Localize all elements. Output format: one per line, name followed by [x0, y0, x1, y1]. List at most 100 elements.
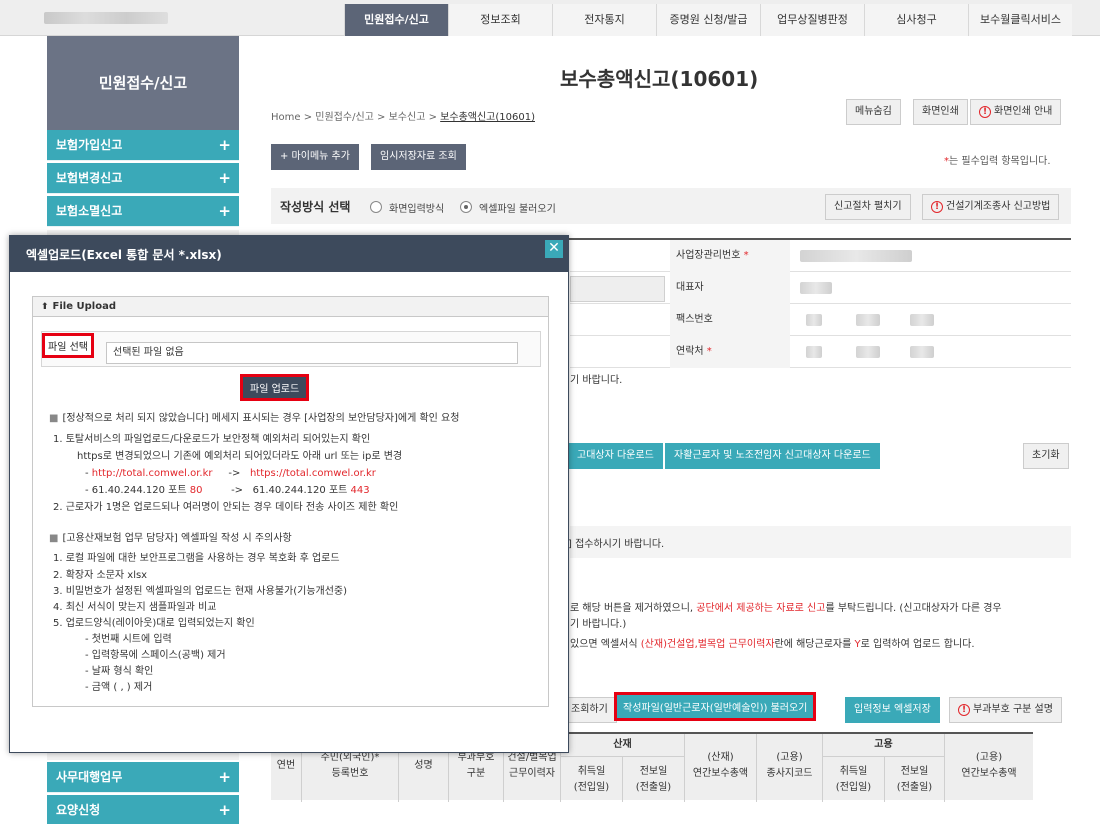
- site-logo[interactable]: [44, 12, 168, 24]
- contact-part-2: [856, 346, 880, 358]
- file-upload-button[interactable]: 파일 업로드: [243, 377, 307, 398]
- reset-button[interactable]: 초기화: [1023, 443, 1069, 469]
- notice-text-5c: 란에 해당근로자를: [774, 639, 855, 650]
- th-goyong-total[interactable]: (고용) 연간보수총액: [945, 750, 1033, 782]
- label-business-no: 사업장관리번호 *: [670, 240, 790, 272]
- menu-hide-button[interactable]: 메뉴숨김: [846, 99, 901, 125]
- th-goyong-transfer[interactable]: 전보일 (전출일): [885, 764, 944, 796]
- file-select-button[interactable]: 파일 선택: [45, 336, 91, 355]
- close-icon[interactable]: ✕: [545, 240, 563, 258]
- notice-text-4: 기 바랍니다.): [570, 619, 627, 630]
- radio-screen-input[interactable]: [370, 201, 382, 213]
- readonly-field: [570, 276, 665, 302]
- load-file-button[interactable]: 작성파일(일반근로자(일반예술인)) 불러오기: [617, 695, 814, 718]
- th-sanjae-transfer-2: (전출일): [635, 782, 672, 793]
- file-select-area: 선택된 파일 없음 파일 선택: [41, 331, 541, 367]
- ip-arrow: ->: [231, 485, 244, 496]
- url-arrow: ->: [228, 468, 241, 479]
- top-nav: 민원접수/신고 정보조회 전자통지 증명원 신청/발급 업무상질병판정 심사청구…: [344, 4, 1072, 36]
- notice-2-item-5d: - 금액 ( , ) 제거: [85, 682, 153, 693]
- th-sanjae-transfer[interactable]: 전보일 (전출일): [623, 764, 684, 796]
- breadcrumb-salary-report[interactable]: 보수신고: [389, 112, 426, 123]
- notice-text-1: 기 바랍니다.: [570, 375, 623, 386]
- notice-1-urls: - http://total.comwel.or.kr -> https://t…: [85, 467, 376, 481]
- file-upload-panel: ⬆ File Upload 선택된 파일 없음 파일 선택 파일 업로드 ■ [정상…: [32, 296, 549, 707]
- notice-text-3b: 공단에서 제공하는 자료로 신고: [696, 603, 826, 614]
- notice-1-ips: - 61.40.244.120 포트 80 -> 61.40.244.120 포…: [85, 484, 370, 498]
- th-goyong-acq-1: 취득일: [839, 766, 868, 777]
- plus-icon: +: [218, 202, 231, 220]
- url-prefix: -: [85, 468, 92, 479]
- sidebar-item-label: 사무대행업무: [56, 770, 123, 784]
- sidebar-item-insurance-loss[interactable]: 보험소멸신고 +: [47, 196, 239, 227]
- port-new: 443: [350, 485, 370, 496]
- radio-excel-load-label: 엑셀파일 불러오기: [479, 204, 556, 215]
- screen-print-guide-button[interactable]: ! 화면인쇄 안내: [970, 99, 1062, 125]
- label-representative: 대표자: [670, 272, 790, 304]
- th-sanjae-total[interactable]: (산재) 연간보수총액: [685, 750, 756, 782]
- warning-icon: !: [979, 106, 991, 118]
- notice-2-item-3: 3. 비밀번호가 설정된 엑셀파일의 업로드는 현재 사용불가(기능개선중): [53, 586, 348, 597]
- representative-value: [800, 282, 832, 294]
- notice-2-item-2: 2. 확장자 소문자 xlsx: [53, 570, 148, 581]
- notice-1-item-1: 1. 토탈서비스의 파일업로드/다운로드가 보안정책 예외처리 되어있는지 확인: [53, 434, 371, 445]
- th-sanjae-acq[interactable]: 취득일 (전입일): [561, 764, 622, 796]
- add-my-menu-button[interactable]: + 마이메뉴 추가: [271, 144, 359, 170]
- breadcrumb-civil[interactable]: 민원접수/신고: [315, 112, 374, 123]
- radio-excel-load[interactable]: [460, 201, 472, 213]
- sidebar-item-insurance-join[interactable]: 보험가입신고 +: [47, 130, 239, 161]
- tab-certificate[interactable]: 증명원 신청/발급: [656, 4, 760, 36]
- plus-icon: +: [218, 136, 231, 154]
- notice-2-item-5a: - 첫번째 시트에 입력: [85, 634, 172, 645]
- download-targets-button[interactable]: 고대상자 다운로드: [568, 443, 663, 469]
- notice-text-3a: 로 해당 버튼을 제거하였으니,: [570, 603, 697, 614]
- breadcrumb-home[interactable]: Home: [271, 112, 301, 123]
- notice-2-item-5: 5. 업로드양식(레이아웃)대로 입력되었는지 확인: [53, 618, 255, 629]
- th-tax-code[interactable]: 부과부호 구분: [449, 750, 503, 782]
- plus-icon: +: [218, 169, 231, 187]
- procedure-expand-button[interactable]: 신고절차 펼치기: [825, 194, 911, 220]
- sidebar-item-insurance-change[interactable]: 보험변경신고 +: [47, 163, 239, 194]
- th-sanjae-acq-2: (전입일): [573, 782, 610, 793]
- th-employment-code[interactable]: (고용) 종사지코드: [757, 750, 822, 782]
- breadcrumb-current[interactable]: 보수총액신고(10601): [440, 112, 535, 123]
- save-excel-button[interactable]: 입력정보 엑셀저장: [845, 697, 940, 723]
- temp-saved-button[interactable]: 임시저장자료 조회: [371, 144, 466, 170]
- th-resident-no-2: 등록번호: [331, 768, 369, 779]
- tab-e-notice[interactable]: 전자통지: [552, 4, 656, 36]
- file-name-field[interactable]: 선택된 파일 없음: [106, 342, 518, 364]
- modal-title: 엑셀업로드(Excel 통합 문서 *.xlsx): [10, 236, 568, 272]
- th-name[interactable]: 성명: [399, 758, 448, 774]
- tab-occupational-disease[interactable]: 업무상질병판정: [760, 4, 864, 36]
- sidebar-item-agency-work[interactable]: 사무대행업무 +: [47, 762, 239, 793]
- plus-icon: +: [218, 768, 231, 786]
- notice-1-title: ■ [정상적으로 처리 되지 않았습니다] 메세지 표시되는 경우 [사업장의 보…: [49, 412, 459, 426]
- tab-review-request[interactable]: 심사청구: [864, 4, 968, 36]
- notice-2-title: ■ [고용산재보험 업무 담당자] 엑셀파일 작성 시 주의사항: [49, 532, 292, 546]
- sidebar-item-care-request[interactable]: 요양신청 +: [47, 795, 239, 824]
- tab-civil-petition[interactable]: 민원접수/신고: [344, 4, 448, 36]
- file-upload-header: ⬆ File Upload: [33, 297, 548, 317]
- file-select-highlight: 파일 선택: [42, 333, 94, 358]
- screen-print-button[interactable]: 화면인쇄: [913, 99, 968, 125]
- notice-text-5: 있으면 엑셀서식 (산재)건설업,벌목업 근무이력자란에 해당근로자를 Y로 입…: [570, 635, 975, 650]
- notice-1-title-text: [정상적으로 처리 되지 않았습니다] 메세지 표시되는 경우 [사업장의 보안…: [62, 413, 460, 424]
- required-star: *: [706, 346, 712, 357]
- th-goyong-total-2: 연간보수총액: [961, 768, 1017, 779]
- url-old: http://total.comwel.or.kr: [91, 468, 213, 479]
- th-tax-code-2: 구분: [466, 768, 486, 779]
- file-upload-title: File Upload: [52, 301, 116, 312]
- required-star: *: [743, 250, 749, 261]
- tax-code-guide-button[interactable]: ! 부과부호 구분 설명: [949, 697, 1062, 723]
- th-serial[interactable]: 연번: [271, 758, 301, 774]
- th-goyong-acq[interactable]: 취득일 (전입일): [823, 764, 884, 796]
- radio-screen-input-label: 화면입력방식: [389, 204, 445, 215]
- query-button[interactable]: 조회하기: [562, 697, 617, 723]
- th-construction[interactable]: 건설/벌목업 근무이력자: [504, 750, 560, 782]
- label-contact-text: 연락처: [676, 346, 704, 357]
- download-self-support-button[interactable]: 자활근로자 및 노조전임자 신고대상자 다운로드: [665, 443, 880, 469]
- construction-guide-button[interactable]: ! 건설기계조종사 신고방법: [922, 194, 1060, 220]
- tab-info-inquiry[interactable]: 정보조회: [448, 4, 552, 36]
- th-resident-no[interactable]: 주민(외국인)* 등록번호: [302, 750, 398, 782]
- tab-monthly-click[interactable]: 보수월클릭서비스: [968, 4, 1072, 36]
